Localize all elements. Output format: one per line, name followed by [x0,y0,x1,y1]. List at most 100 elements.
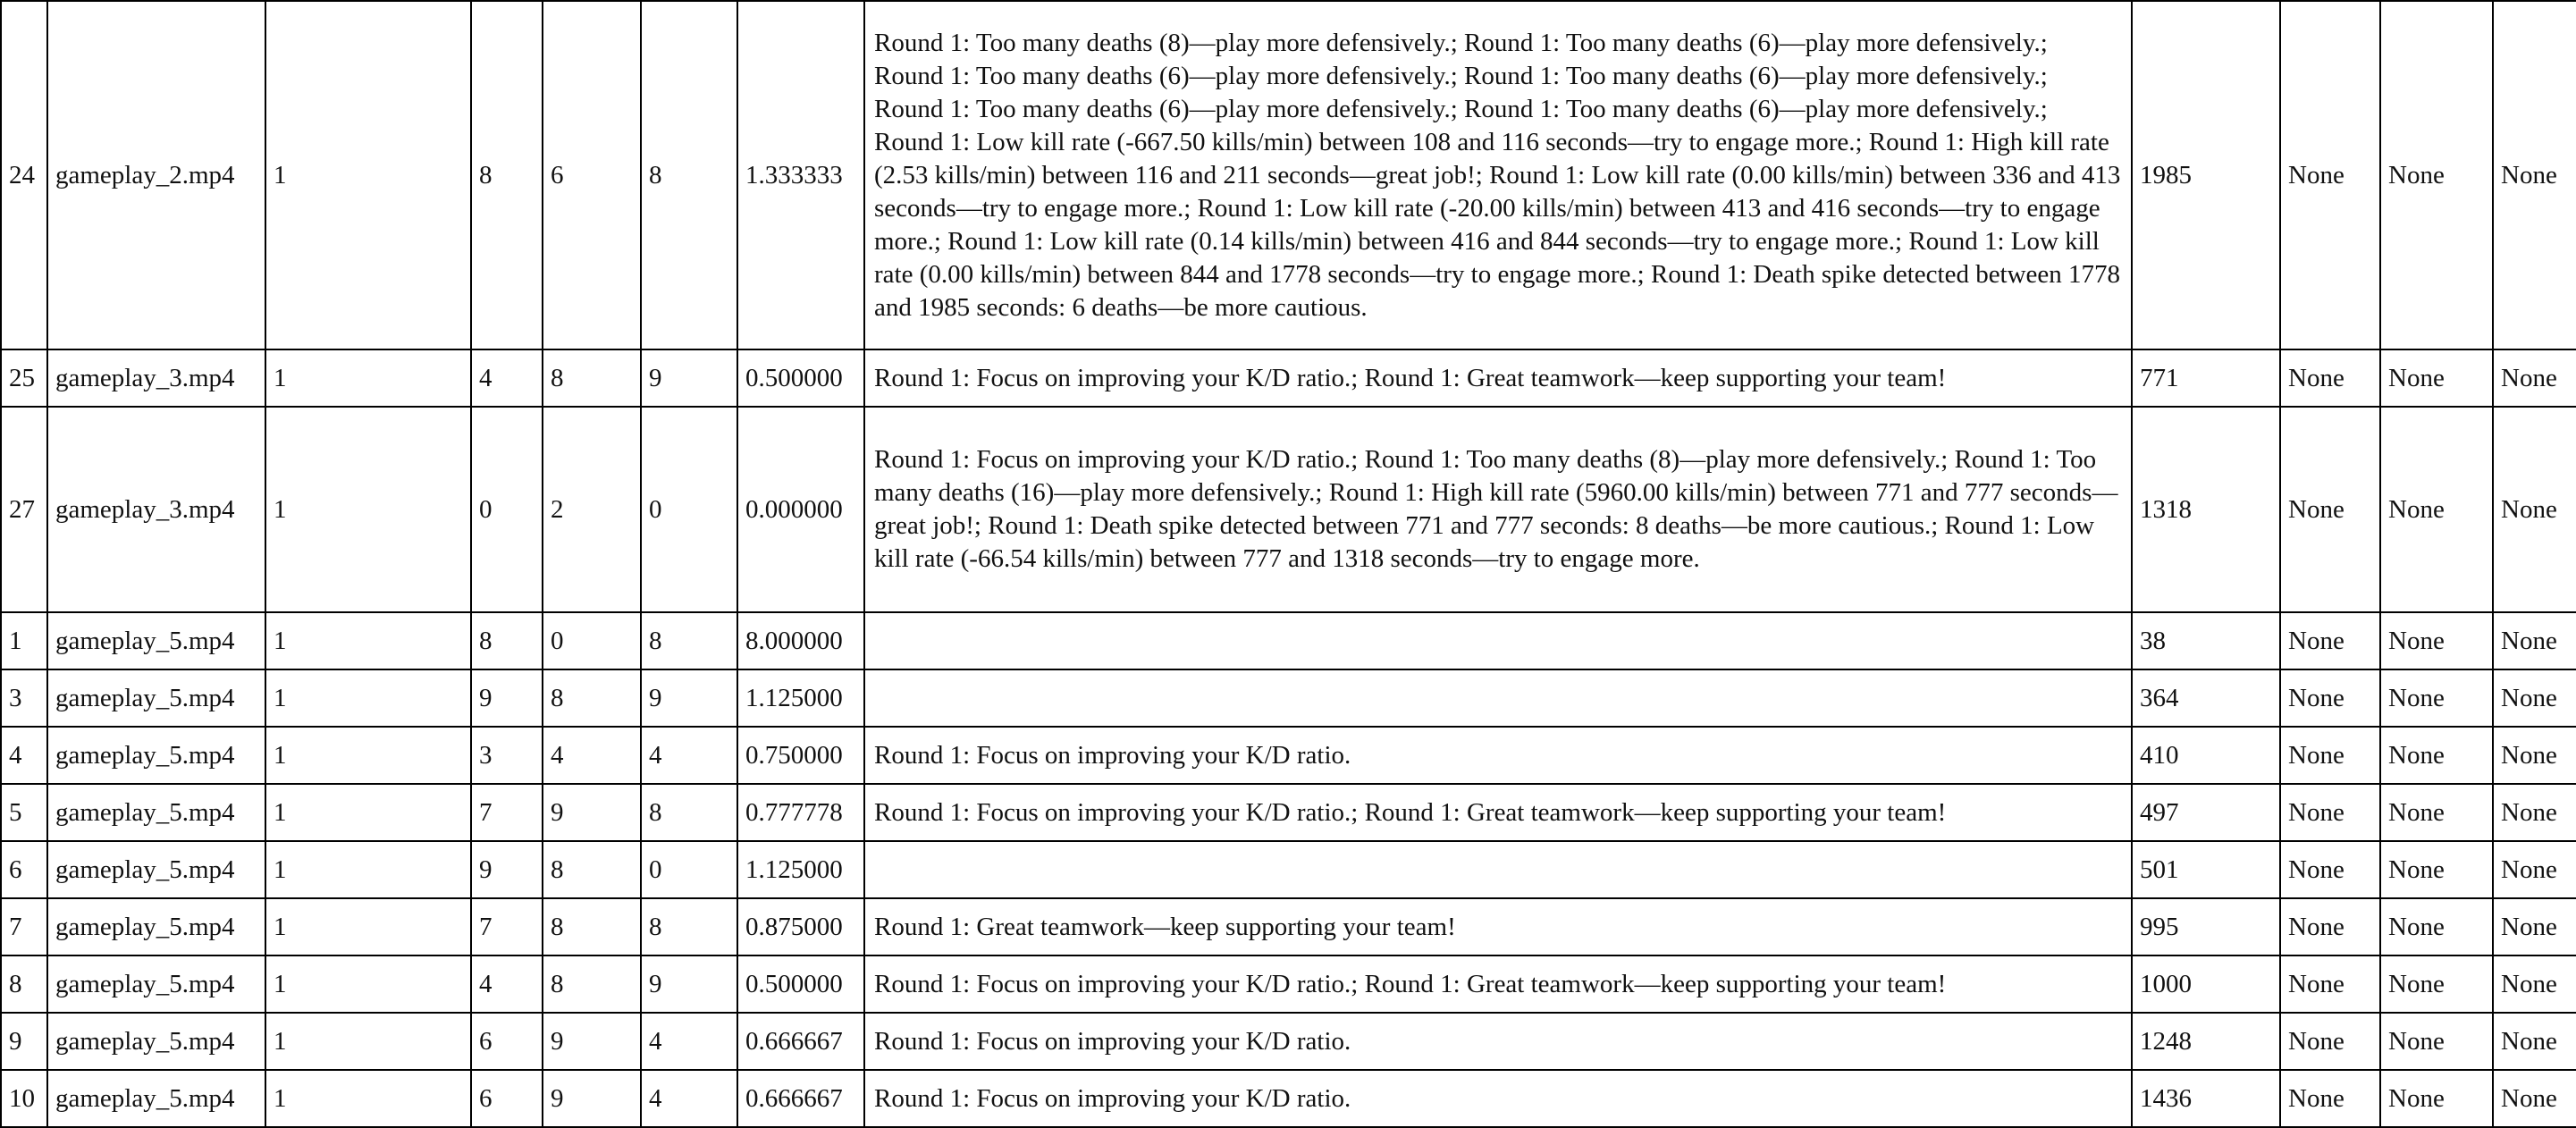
feedback-cell: Round 1: Focus on improving your K/D rat… [863,1012,2133,1071]
timestamp-cell: 771 [2131,349,2281,408]
round-cell: 1 [265,406,472,613]
assists-cell: 8 [640,0,738,350]
row-index-cell: 5 [0,783,48,842]
none-cell-2: None [2379,1012,2494,1071]
none-cell-1: None [2279,955,2381,1014]
kd-ratio-cell: 8.000000 [737,611,865,670]
kd-ratio-cell: 0.500000 [737,349,865,408]
deaths-cell: 9 [542,783,642,842]
row-index-cell: 8 [0,955,48,1014]
deaths-cell: 8 [542,955,642,1014]
kills-cell: 8 [470,611,543,670]
table-row: 7 gameplay_5.mp4 1 7 8 8 0.875000 Round … [0,897,2576,956]
kills-cell: 7 [470,897,543,956]
row-index-cell: 9 [0,1012,48,1071]
table-row: 3 gameplay_5.mp4 1 9 8 9 1.125000 364 No… [0,669,2576,728]
kd-ratio-cell: 0.000000 [737,406,865,613]
table-row: 9 gameplay_5.mp4 1 6 9 4 0.666667 Round … [0,1012,2576,1071]
deaths-cell: 9 [542,1069,642,1128]
kills-cell: 8 [470,0,543,350]
feedback-cell: Round 1: Too many deaths (8)—play more d… [863,0,2133,350]
video-file-cell: gameplay_5.mp4 [46,783,266,842]
round-cell: 1 [265,783,472,842]
round-cell: 1 [265,669,472,728]
deaths-cell: 8 [542,349,642,408]
video-file-cell: gameplay_3.mp4 [46,349,266,408]
round-cell: 1 [265,726,472,785]
deaths-cell: 8 [542,897,642,956]
timestamp-cell: 1000 [2131,955,2281,1014]
timestamp-cell: 497 [2131,783,2281,842]
none-cell-1: None [2279,726,2381,785]
kd-ratio-cell: 0.666667 [737,1069,865,1128]
none-cell-2: None [2379,726,2494,785]
results-table: 24 gameplay_2.mp4 1 8 6 8 1.333333 Round… [0,0,2576,1128]
kills-cell: 0 [470,406,543,613]
timestamp-cell: 410 [2131,726,2281,785]
deaths-cell: 6 [542,0,642,350]
video-file-cell: gameplay_5.mp4 [46,1069,266,1128]
none-cell-3: None [2492,897,2576,956]
row-index-cell: 24 [0,0,48,350]
kd-ratio-cell: 0.666667 [737,1012,865,1071]
none-cell-3: None [2492,1069,2576,1128]
none-cell-1: None [2279,349,2381,408]
kills-cell: 6 [470,1069,543,1128]
video-file-cell: gameplay_3.mp4 [46,406,266,613]
none-cell-2: None [2379,897,2494,956]
feedback-cell [863,669,2133,728]
timestamp-cell: 1318 [2131,406,2281,613]
round-cell: 1 [265,0,472,350]
none-cell-1: None [2279,840,2381,899]
kills-cell: 9 [470,840,543,899]
none-cell-3: None [2492,1012,2576,1071]
none-cell-2: None [2379,0,2494,350]
kd-ratio-cell: 1.125000 [737,669,865,728]
table-row: 25 gameplay_3.mp4 1 4 8 9 0.500000 Round… [0,349,2576,408]
none-cell-3: None [2492,0,2576,350]
none-cell-2: None [2379,349,2494,408]
assists-cell: 9 [640,669,738,728]
none-cell-3: None [2492,406,2576,613]
feedback-cell: Round 1: Focus on improving your K/D rat… [863,955,2133,1014]
assists-cell: 9 [640,349,738,408]
feedback-cell: Round 1: Focus on improving your K/D rat… [863,406,2133,613]
none-cell-1: None [2279,406,2381,613]
none-cell-1: None [2279,0,2381,350]
none-cell-1: None [2279,1069,2381,1128]
table-row: 6 gameplay_5.mp4 1 9 8 0 1.125000 501 No… [0,840,2576,899]
table-row: 27 gameplay_3.mp4 1 0 2 0 0.000000 Round… [0,406,2576,613]
none-cell-2: None [2379,1069,2494,1128]
feedback-cell: Round 1: Focus on improving your K/D rat… [863,726,2133,785]
round-cell: 1 [265,611,472,670]
deaths-cell: 8 [542,669,642,728]
kd-ratio-cell: 1.125000 [737,840,865,899]
row-index-cell: 3 [0,669,48,728]
timestamp-cell: 364 [2131,669,2281,728]
video-file-cell: gameplay_5.mp4 [46,1012,266,1071]
none-cell-3: None [2492,783,2576,842]
kills-cell: 4 [470,955,543,1014]
row-index-cell: 25 [0,349,48,408]
kills-cell: 9 [470,669,543,728]
timestamp-cell: 38 [2131,611,2281,670]
table-row: 4 gameplay_5.mp4 1 3 4 4 0.750000 Round … [0,726,2576,785]
table-row: 5 gameplay_5.mp4 1 7 9 8 0.777778 Round … [0,783,2576,842]
none-cell-3: None [2492,349,2576,408]
timestamp-cell: 1436 [2131,1069,2281,1128]
feedback-cell [863,611,2133,670]
feedback-cell: Round 1: Focus on improving your K/D rat… [863,349,2133,408]
none-cell-3: None [2492,611,2576,670]
round-cell: 1 [265,349,472,408]
kd-ratio-cell: 0.875000 [737,897,865,956]
round-cell: 1 [265,897,472,956]
row-index-cell: 10 [0,1069,48,1128]
table-row: 10 gameplay_5.mp4 1 6 9 4 0.666667 Round… [0,1069,2576,1128]
none-cell-3: None [2492,955,2576,1014]
row-index-cell: 27 [0,406,48,613]
kills-cell: 3 [470,726,543,785]
none-cell-3: None [2492,726,2576,785]
round-cell: 1 [265,1012,472,1071]
kd-ratio-cell: 0.777778 [737,783,865,842]
assists-cell: 4 [640,1069,738,1128]
